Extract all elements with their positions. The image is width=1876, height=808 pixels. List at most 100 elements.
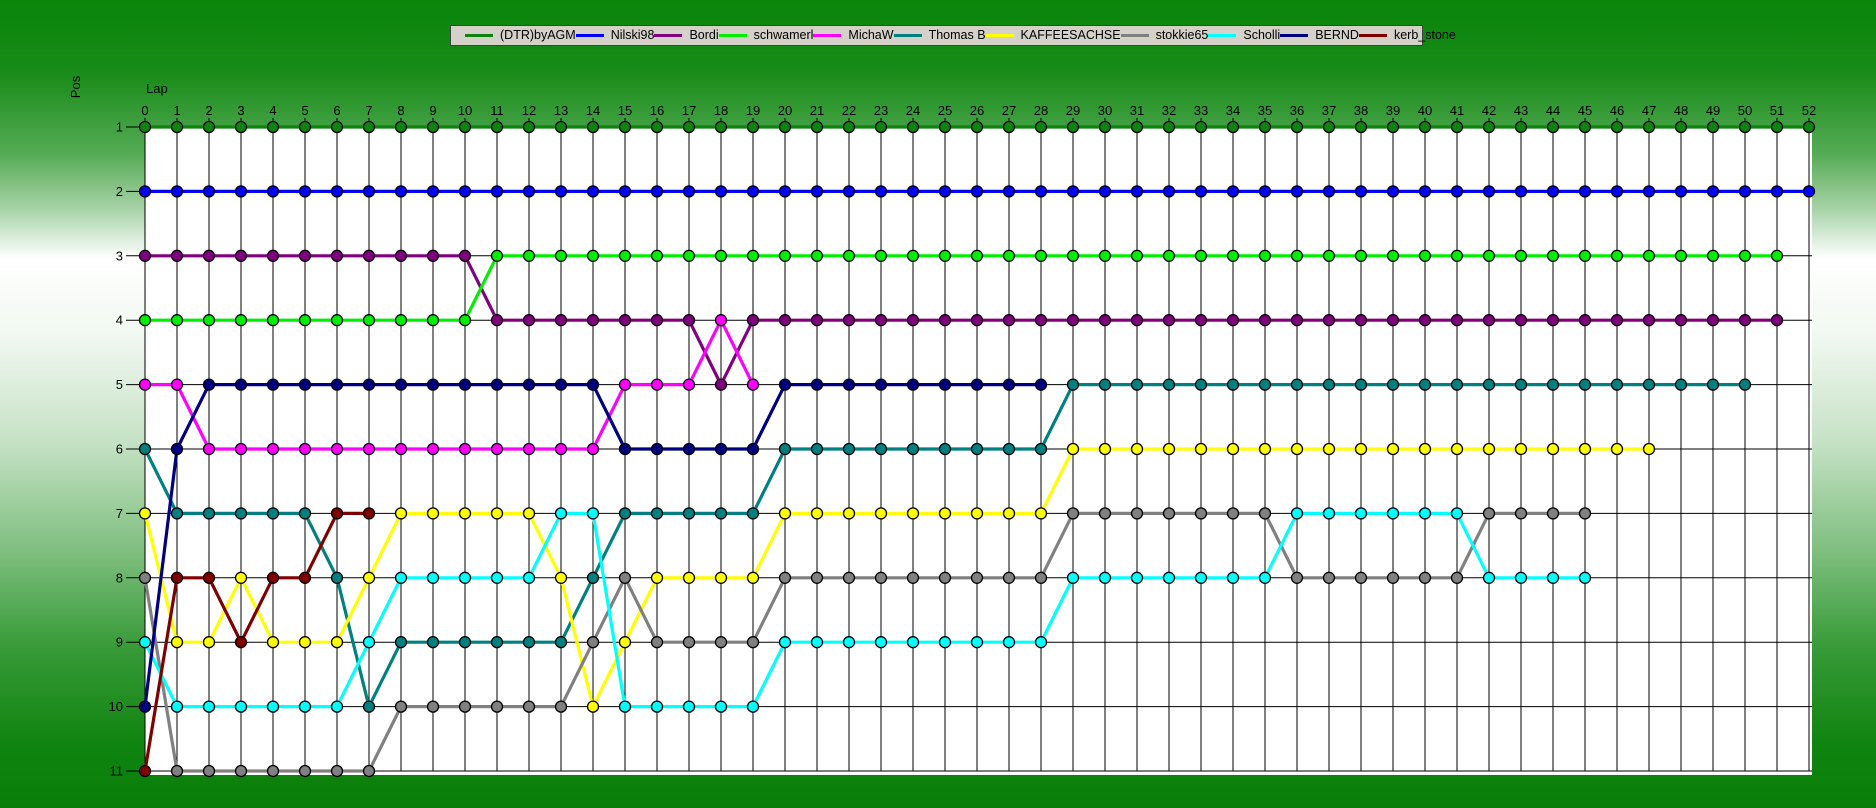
data-point (1098, 442, 1112, 456)
data-point (1770, 314, 1784, 327)
data-point (682, 507, 696, 520)
x-tick-label: 37 (1322, 103, 1336, 118)
data-point (682, 571, 696, 584)
data-point (554, 249, 568, 262)
data-point (1514, 314, 1528, 327)
data-point (906, 249, 920, 262)
data-point (1226, 185, 1240, 198)
data-point (1322, 378, 1336, 391)
data-point (1706, 185, 1720, 198)
x-tick-label: 19 (746, 103, 760, 118)
data-point (458, 249, 472, 262)
data-point (874, 249, 888, 262)
data-point (266, 507, 280, 520)
x-tick-label: 24 (906, 103, 920, 118)
data-point (650, 700, 664, 713)
data-point (1706, 249, 1720, 262)
data-point (746, 636, 760, 649)
data-point (1546, 378, 1560, 391)
data-point (138, 120, 152, 134)
data-point (426, 571, 440, 584)
data-point (522, 314, 536, 327)
data-point (1322, 571, 1336, 584)
data-point (1418, 571, 1432, 584)
data-point (1706, 378, 1720, 391)
data-point (1514, 507, 1528, 520)
data-point (650, 120, 664, 134)
data-point (1258, 314, 1272, 327)
data-point (522, 571, 536, 584)
data-point (170, 636, 184, 649)
data-point (810, 185, 824, 198)
data-point (1258, 120, 1272, 134)
data-point (1450, 314, 1464, 327)
data-point (138, 378, 152, 391)
data-point (586, 700, 600, 713)
data-point (298, 636, 312, 649)
data-point (1066, 442, 1080, 456)
data-point (810, 442, 824, 456)
data-point (1002, 314, 1016, 327)
data-point (1674, 378, 1688, 391)
data-point (1226, 120, 1240, 134)
data-point (554, 636, 568, 649)
x-tick-label: 47 (1642, 103, 1656, 118)
data-point (1642, 314, 1656, 327)
data-point (202, 764, 216, 778)
data-point (1578, 571, 1592, 584)
x-tick-label: 39 (1386, 103, 1400, 118)
data-point (618, 442, 632, 456)
data-point (1482, 120, 1496, 134)
data-point (778, 571, 792, 584)
data-point (906, 507, 920, 520)
y-tick-label: 11 (110, 764, 124, 779)
data-point (1130, 120, 1144, 134)
data-point (842, 571, 856, 584)
data-point (1802, 120, 1816, 134)
data-point (714, 571, 728, 584)
data-point (1066, 249, 1080, 262)
data-point (234, 571, 248, 584)
data-point (1258, 571, 1272, 584)
data-point (682, 700, 696, 713)
data-point (810, 249, 824, 262)
data-point (1066, 378, 1080, 391)
data-point (618, 120, 632, 134)
data-point (746, 442, 760, 456)
data-point (554, 120, 568, 134)
data-point (1162, 249, 1176, 262)
data-point (1162, 120, 1176, 134)
x-axis-title: Lap (146, 81, 168, 96)
data-point (1258, 185, 1272, 198)
data-point (874, 442, 888, 456)
data-point (202, 507, 216, 520)
data-point (650, 249, 664, 262)
data-point (1002, 442, 1016, 456)
data-point (1066, 507, 1080, 520)
x-tick-label: 6 (333, 103, 340, 118)
data-point (1258, 378, 1272, 391)
data-point (170, 378, 184, 391)
data-point (1066, 120, 1080, 134)
data-point (490, 442, 504, 456)
data-point (778, 442, 792, 456)
data-point (490, 700, 504, 713)
data-point (1066, 571, 1080, 584)
data-point (234, 764, 248, 778)
data-point (298, 185, 312, 198)
data-point (394, 120, 408, 134)
data-point (1226, 314, 1240, 327)
data-point (394, 700, 408, 713)
data-point (810, 314, 824, 327)
data-point (650, 636, 664, 649)
x-tick-label: 26 (970, 103, 984, 118)
data-point (1674, 314, 1688, 327)
data-point (1258, 507, 1272, 520)
data-point (298, 120, 312, 134)
data-point (1290, 378, 1304, 391)
data-point (330, 764, 344, 778)
data-point (778, 378, 792, 391)
data-point (554, 314, 568, 327)
data-point (1578, 314, 1592, 327)
data-point (1002, 249, 1016, 262)
